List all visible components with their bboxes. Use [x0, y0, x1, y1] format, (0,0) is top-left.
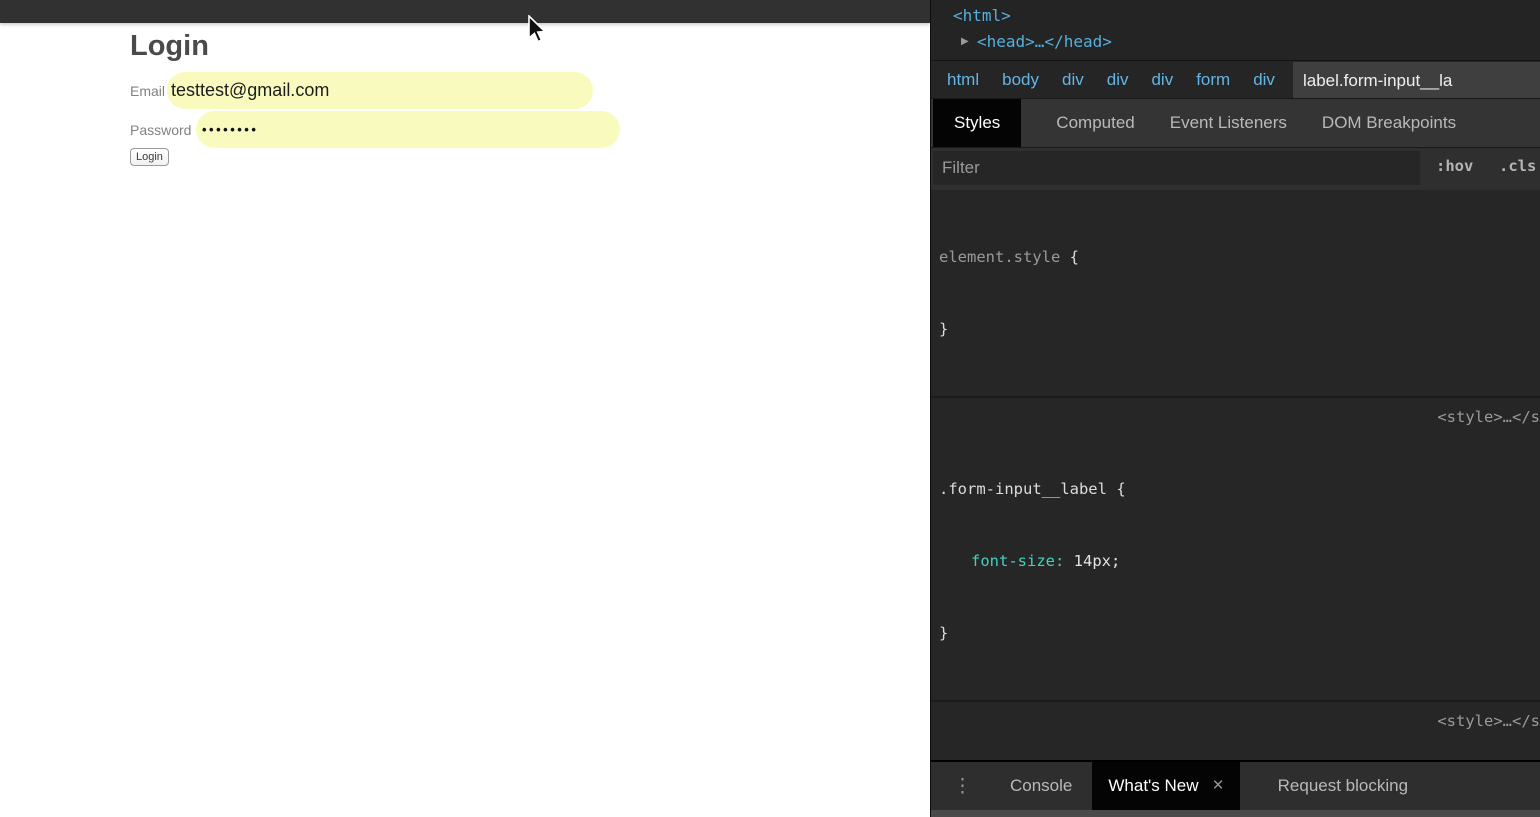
- dom-node-html[interactable]: <html>: [953, 6, 1011, 25]
- expand-arrow-icon[interactable]: ▶: [961, 36, 969, 47]
- pseudo-state-toggle[interactable]: :hov: [1436, 157, 1473, 175]
- rule-selector[interactable]: .form-input__label: [939, 480, 1107, 498]
- browser-viewport: Login Email Password Login: [0, 0, 930, 817]
- class-toggle[interactable]: .cls: [1499, 157, 1536, 175]
- devtools-drawer: ⋮ Console What's New × Request blocking: [931, 760, 1540, 817]
- rule-element-style: element.style { }: [931, 190, 1540, 396]
- close-brace: }: [939, 320, 949, 338]
- breadcrumb-item-div[interactable]: div: [1151, 70, 1173, 90]
- drawer-tab-whats-new[interactable]: What's New ×: [1092, 762, 1240, 810]
- stylesheet-link[interactable]: <style>…</s: [1437, 709, 1540, 733]
- devtools-panel: <html> ▶ <head>…</head> html body div di…: [930, 0, 1540, 817]
- tab-computed[interactable]: Computed: [1056, 99, 1134, 147]
- css-property-value[interactable]: 14px;: [1074, 552, 1121, 570]
- breadcrumb: html body div div div form div label.for…: [931, 60, 1540, 98]
- css-property-name[interactable]: font-size:: [971, 552, 1064, 570]
- filter-input[interactable]: [933, 151, 1420, 185]
- drawer-tab-label: What's New: [1108, 776, 1199, 795]
- drawer-menu-icon[interactable]: ⋮: [953, 762, 972, 810]
- breadcrumb-item-selected[interactable]: label.form-input__la: [1293, 62, 1540, 98]
- sidebar-tab-bar: Styles Computed Event Listeners DOM Brea…: [931, 98, 1540, 147]
- close-icon[interactable]: ×: [1213, 775, 1224, 797]
- open-brace: {: [1060, 248, 1079, 266]
- screenshot-root: Login Email Password Login <html> ▶ <hea…: [0, 0, 1540, 817]
- tab-event-listeners[interactable]: Event Listeners: [1170, 99, 1287, 147]
- mouse-cursor-icon: [528, 15, 546, 43]
- rule-form-input-label: <style>…</s .form-input__label { font-si…: [931, 398, 1540, 700]
- dom-node-head[interactable]: <head>…</head>: [977, 32, 1112, 51]
- page-title: Login: [130, 30, 209, 62]
- drawer-tab-request-blocking[interactable]: Request blocking: [1278, 762, 1408, 810]
- tab-dom-breakpoints[interactable]: DOM Breakpoints: [1322, 99, 1456, 147]
- rule-selector[interactable]: element.style: [939, 248, 1060, 266]
- login-button[interactable]: Login: [130, 148, 169, 166]
- browser-top-bar: [0, 0, 930, 23]
- drawer-content-edge: [931, 810, 1540, 817]
- tab-styles[interactable]: Styles: [933, 99, 1022, 147]
- styles-pane: element.style { } <style>…</s .form-inpu…: [931, 190, 1540, 817]
- close-brace: }: [939, 624, 949, 642]
- password-field[interactable]: [196, 111, 620, 148]
- breadcrumb-item-html[interactable]: html: [947, 70, 979, 90]
- open-brace: {: [1106, 480, 1126, 498]
- email-label: Email: [130, 83, 166, 99]
- breadcrumb-item-div[interactable]: div: [1062, 70, 1084, 90]
- breadcrumb-item-form[interactable]: form: [1196, 70, 1230, 90]
- stylesheet-link[interactable]: <style>…</s: [1437, 405, 1540, 429]
- email-field[interactable]: [167, 72, 593, 109]
- breadcrumb-item-body[interactable]: body: [1002, 70, 1039, 90]
- password-label: Password: [130, 122, 192, 138]
- breadcrumb-item-div[interactable]: div: [1107, 70, 1129, 90]
- drawer-tab-bar: ⋮ Console What's New × Request blocking: [931, 762, 1540, 810]
- drawer-tab-console[interactable]: Console: [1010, 762, 1072, 810]
- breadcrumb-item-div[interactable]: div: [1253, 70, 1275, 90]
- styles-filter-bar: :hov .cls: [931, 147, 1540, 190]
- elements-dom-tree: <html> ▶ <head>…</head>: [931, 0, 1540, 60]
